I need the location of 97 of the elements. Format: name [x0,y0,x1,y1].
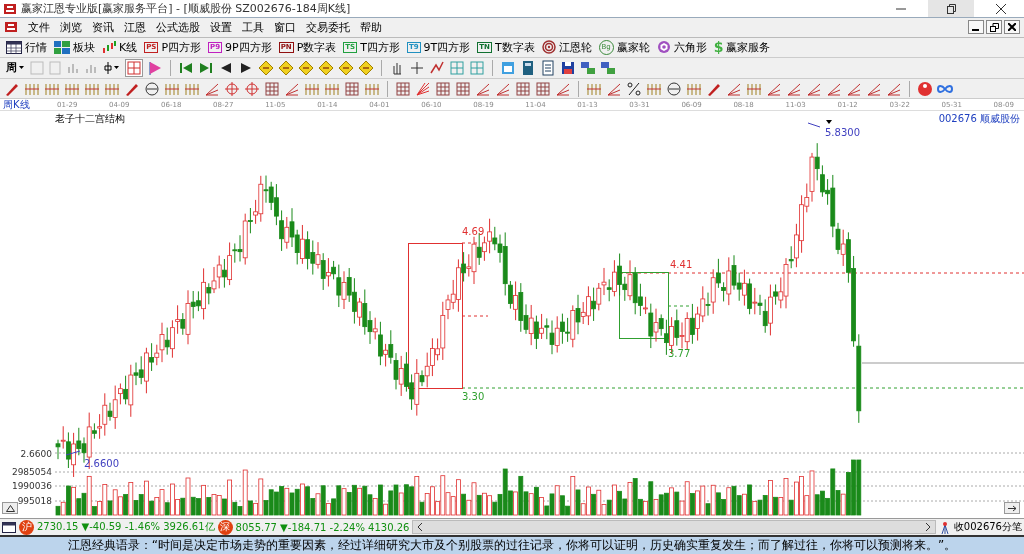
calculator-icon[interactable] [520,59,536,76]
app-logo-icon [4,21,18,34]
period-dropdown[interactable]: 周 [4,60,26,76]
candles-icon [102,40,116,54]
circle-icon[interactable] [144,80,160,97]
quote-text: 江恩经典语录：“时间是决定市场走势的重要因素，经过详细研究大市及个别股票的过往记录，你将可以证明，历史确实重复发生；而了解过往，你将可以预测将来。”。 [67,537,957,554]
price-axis-label: 2.6600 [20,449,52,460]
toolbar-button[interactable]: 行情 [4,39,49,55]
menu-item[interactable]: 公式选股 [156,19,200,35]
grid-icon[interactable] [395,80,411,97]
antenna-icon [938,520,951,534]
toolbar-button[interactable]: K线 [100,39,140,55]
diamond-icon[interactable] [258,59,274,76]
menu-item[interactable]: 帮助 [360,19,382,35]
up-triangle-icon [5,504,15,512]
toolbar-button[interactable]: 板块 [52,39,97,55]
menu-item[interactable]: 浏览 [60,19,82,35]
yin-yang-icon[interactable] [917,80,933,97]
diamond-icon[interactable] [278,59,294,76]
right-chevron-icon[interactable] [924,523,931,532]
menu-item[interactable]: 文件 [28,19,50,35]
price-line [461,315,489,317]
toolbar-button[interactable]: 六角形 [654,39,709,55]
fan-lines-icon[interactable] [415,80,431,97]
down-triangle-icon [826,120,832,125]
restore-button[interactable] [986,20,1002,35]
ticker-label: 收002676分笔 [953,520,1022,535]
table-icon [6,40,22,54]
grid-icon[interactable] [344,80,360,97]
diamond-icon[interactable] [358,59,374,76]
market-badge: 深 [217,519,233,535]
close-icon [1008,23,1016,32]
range-box [619,272,669,340]
floppy-icon[interactable] [560,59,576,76]
close-button[interactable] [1004,20,1020,35]
toolbar-button[interactable]: 江恩轮 [539,39,594,55]
expand-button[interactable] [2,502,18,515]
volume-axis-label: 995018 [17,496,52,507]
leader-line [807,122,821,128]
chart-title: 老子十二宫结构 [55,113,125,125]
menu-item[interactable]: 交易委托 [306,19,350,35]
market-badge: 沪 [19,519,34,535]
page-icon [48,60,62,75]
grid-icon[interactable] [535,80,551,97]
menu-item[interactable]: 窗口 [274,19,296,35]
stock-label: 002676 顺威股份 [938,113,1020,125]
right-arrow-icon [1007,504,1017,512]
menu-item[interactable]: 设置 [210,19,232,35]
grid-icon[interactable] [435,80,451,97]
network-icon[interactable] [580,59,596,76]
menu-item[interactable]: 资讯 [92,19,114,35]
menu-item[interactable]: 工具 [242,19,264,35]
leader-line [65,450,81,456]
grid-icon[interactable] [264,80,280,97]
caret-icon [19,66,24,70]
grid-icon[interactable] [515,80,531,97]
grid-icon[interactable] [469,59,485,76]
left-chevron-icon[interactable] [417,523,424,532]
window-title: 赢家江恩专业版[赢家服务平台] - [顺威股份 SZ002676-184周K线] [21,1,351,16]
restore-icon [989,22,999,32]
diamond-icon[interactable] [338,59,354,76]
volume-axis-label: 2985054 [11,467,52,478]
restore-icon [946,3,956,14]
volume-axis-label: 1990036 [11,481,52,492]
price-label: 4.69 [462,226,485,238]
toolbar-button[interactable]: $ 赢家服务 [711,39,773,55]
diamond-icon[interactable] [318,59,334,76]
dollar-icon: $ [713,40,724,55]
calendar-icon[interactable] [500,59,516,76]
caret-icon [114,66,119,70]
price-label: 3.77 [668,348,691,360]
percent-icon[interactable] [626,80,642,97]
index-quote: 8055.77 ▼-184.71 -2.24% 4130.26 [235,521,410,533]
period-label: 周K线 [2,97,31,112]
diamond-icon[interactable] [298,59,314,76]
network-icon[interactable] [600,59,616,76]
flag-icon[interactable] [147,59,163,76]
table-icon [2,521,16,533]
maximize-button[interactable] [928,0,974,17]
minimize-button[interactable] [968,20,984,35]
close-icon [996,3,1006,14]
price-label: 4.41 [670,259,693,271]
grid-icon[interactable] [449,59,465,76]
menu-item[interactable]: 江恩 [124,19,146,35]
circle-icon[interactable] [666,80,682,97]
grid-icon[interactable] [455,80,471,97]
price-label: 3.30 [462,391,485,403]
scrollbar[interactable] [412,520,936,535]
index-quote: 2730.15 ▼-40.59 -1.46% 3926.61亿 [37,520,215,535]
scale-dropdown[interactable] [102,61,121,74]
tiles-icon [54,40,70,54]
price-label: 5.8300 [825,127,860,139]
arrow-button[interactable] [1004,502,1020,515]
chart-icon [30,60,44,75]
crosshair-icon[interactable] [409,59,425,76]
bracket-icon [104,61,112,74]
target-icon [541,40,556,55]
